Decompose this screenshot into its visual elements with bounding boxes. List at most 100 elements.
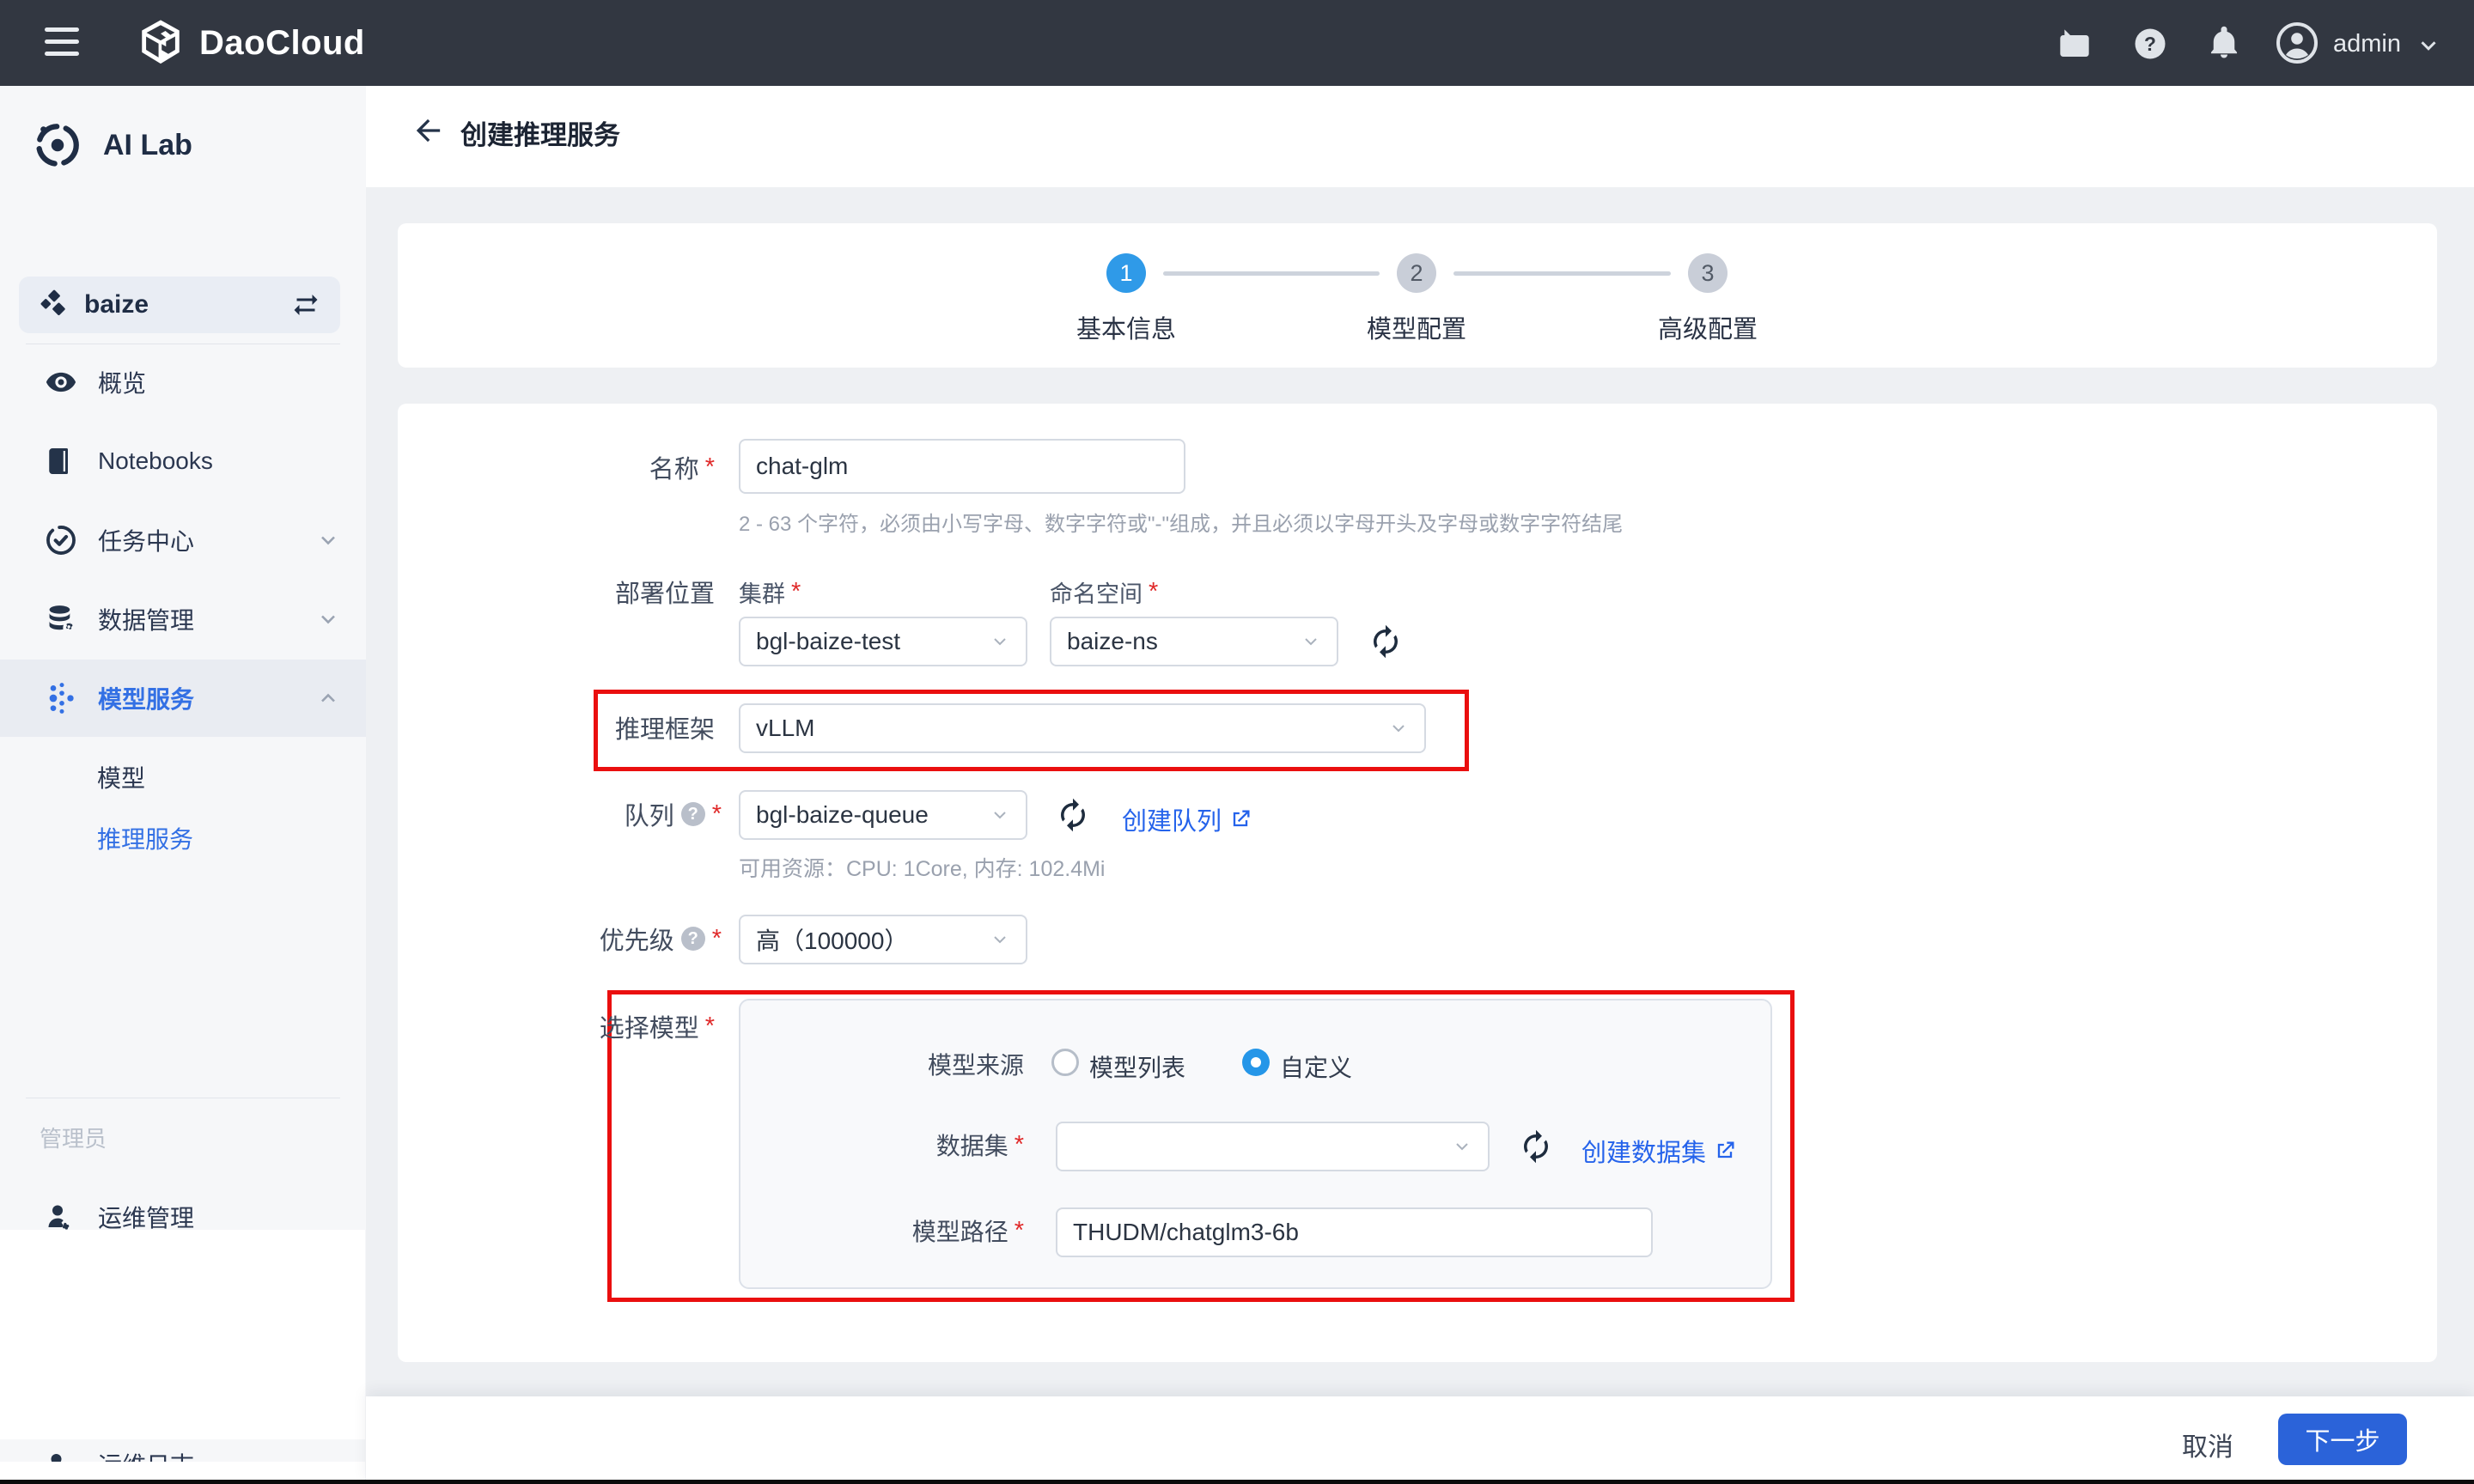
cluster-label: 集群 xyxy=(739,575,785,609)
workspace-switcher[interactable]: baize xyxy=(19,277,340,333)
required-asterisk: * xyxy=(1015,1217,1024,1245)
page-title: 创建推理服务 xyxy=(460,113,620,152)
radio-custom[interactable] xyxy=(1242,1049,1270,1076)
sidebar-item-notebooks[interactable]: Notebooks xyxy=(0,423,366,500)
cluster-select[interactable]: bgl-baize-test xyxy=(739,617,1027,666)
external-link-icon xyxy=(1228,807,1252,831)
next-step-button[interactable]: 下一步 xyxy=(2278,1414,2407,1465)
step-3-label: 高级配置 xyxy=(1639,309,1776,345)
required-asterisk: * xyxy=(712,925,722,953)
step-connector xyxy=(1453,271,1671,276)
framework-label: 推理框架 xyxy=(615,709,715,745)
queue-label: 队列 xyxy=(625,796,674,832)
user-name[interactable]: admin xyxy=(2333,30,2401,58)
dataset-select[interactable] xyxy=(1056,1122,1490,1171)
product-title: AI Lab xyxy=(103,129,192,162)
framework-select[interactable]: vLLM xyxy=(739,703,1426,753)
notifications-bell-icon[interactable] xyxy=(2206,25,2242,61)
sidebar-item-model-services[interactable]: 模型服务 xyxy=(0,660,366,737)
model-subcard: 模型来源 模型列表 自定义 数据集 * 创建数据集 xyxy=(739,999,1772,1289)
priority-select[interactable]: 高（100000） xyxy=(739,915,1027,964)
daocloud-logo-icon xyxy=(136,17,186,69)
back-arrow-icon[interactable] xyxy=(411,113,445,148)
namespace-label-row: 命名空间 * xyxy=(1050,577,1158,606)
dataset-label: 数据集 xyxy=(936,1128,1008,1162)
sidebar-subitem-inference-services[interactable]: 推理服务 xyxy=(0,808,366,868)
required-asterisk: * xyxy=(712,800,722,829)
form-card: 名称 * 2 - 63 个字符，必须由小写字母、数字字符或"-"组成，并且必须以… xyxy=(398,404,2437,1362)
workspace-swap-icon[interactable] xyxy=(290,289,321,320)
external-link-icon xyxy=(1713,1139,1737,1163)
chevron-up-icon xyxy=(316,686,340,710)
model-path-input[interactable] xyxy=(1056,1207,1653,1257)
step-2-circle: 2 xyxy=(1397,253,1436,293)
name-input[interactable] xyxy=(739,439,1185,494)
dataset-label-row: 数据集 * xyxy=(878,1131,1024,1159)
model-path-label-row: 模型路径 * xyxy=(861,1217,1024,1244)
step-connector xyxy=(1163,271,1380,276)
queue-hint: 可用资源：CPU: 1Core, 内存: 102.4Mi xyxy=(739,852,1106,883)
stepper-card: 1 2 3 基本信息 模型配置 高级配置 xyxy=(398,223,2437,368)
sidebar-product: AI Lab xyxy=(33,120,192,170)
cluster-label-row: 集群 * xyxy=(739,577,801,606)
window-bottom-edge xyxy=(0,1480,2474,1484)
sidebar-white-overlay-top xyxy=(0,1230,365,1439)
model-label: 选择模型 xyxy=(600,1008,699,1044)
queue-label-row: 队列 ? * xyxy=(481,800,722,829)
database-gear-icon xyxy=(45,603,77,636)
notebook-icon xyxy=(45,446,76,477)
sidebar-item-label: 概览 xyxy=(98,365,146,399)
sidebar-item-data-management[interactable]: 数据管理 xyxy=(0,581,366,658)
sidebar-section-admin: 管理员 xyxy=(40,1122,107,1153)
create-dataset-link[interactable]: 创建数据集 xyxy=(1581,1133,1737,1169)
model-path-label: 模型路径 xyxy=(912,1213,1008,1248)
refresh-namespace-icon[interactable] xyxy=(1368,623,1404,660)
namespace-select[interactable]: baize-ns xyxy=(1050,617,1338,666)
priority-label-row: 优先级 ? * xyxy=(481,924,722,953)
cancel-button[interactable]: 取消 xyxy=(2182,1426,2233,1463)
required-asterisk: * xyxy=(705,453,715,482)
chevron-down-icon xyxy=(990,929,1010,950)
workspace-icon xyxy=(38,289,69,320)
priority-label: 优先级 xyxy=(600,921,674,957)
radio-model-list[interactable] xyxy=(1051,1049,1079,1076)
workspace-name: baize xyxy=(84,290,149,319)
sidebar-item-label: 模型服务 xyxy=(98,681,194,715)
sidebar-subitem-models[interactable]: 模型 xyxy=(0,747,366,807)
sidebar-item-label: Notebooks xyxy=(98,447,213,475)
task-check-icon xyxy=(45,524,77,556)
queue-help-icon[interactable]: ? xyxy=(681,802,705,826)
sidebar-item-label: 数据管理 xyxy=(98,602,194,636)
refresh-dataset-icon[interactable] xyxy=(1518,1128,1554,1165)
hamburger-menu-icon[interactable] xyxy=(45,27,79,56)
step-1-label: 基本信息 xyxy=(1057,309,1195,345)
chevron-down-icon xyxy=(1388,718,1409,739)
radio-model-list-label[interactable]: 模型列表 xyxy=(1089,1049,1185,1084)
chevron-down-icon xyxy=(990,631,1010,652)
name-label-row: 名称 * xyxy=(526,453,715,482)
model-label-row: 选择模型 * xyxy=(526,1012,715,1041)
user-avatar[interactable] xyxy=(2276,22,2318,64)
chevron-down-icon xyxy=(990,805,1010,825)
location-label: 部署位置 xyxy=(615,574,715,610)
sidebar-subitem-label: 推理服务 xyxy=(97,821,193,855)
help-icon[interactable]: ? xyxy=(2132,26,2168,62)
sidebar-item-overview[interactable]: 概览 xyxy=(0,344,366,421)
queue-select[interactable]: bgl-baize-queue xyxy=(739,790,1027,840)
user-menu-chevron-icon[interactable] xyxy=(2416,33,2441,58)
step-1-circle: 1 xyxy=(1106,253,1146,293)
radio-custom-label[interactable]: 自定义 xyxy=(1280,1049,1352,1084)
create-queue-link[interactable]: 创建队列 xyxy=(1122,801,1252,837)
sidebar-item-label: 运维管理 xyxy=(98,1200,194,1234)
name-hint: 2 - 63 个字符，必须由小写字母、数字字符或"-"组成，并且必须以字母开头及… xyxy=(739,507,2199,537)
model-source-label-row: 模型来源 xyxy=(895,1050,1024,1078)
refresh-queue-icon[interactable] xyxy=(1055,797,1091,833)
chevron-down-icon xyxy=(316,528,340,552)
chevron-down-icon xyxy=(1301,631,1321,652)
sidebar-item-task-center[interactable]: 任务中心 xyxy=(0,502,366,579)
model-services-icon xyxy=(45,681,79,715)
messages-icon[interactable] xyxy=(2057,27,2092,61)
sidebar-item-label: 任务中心 xyxy=(98,523,194,557)
name-label: 名称 xyxy=(649,449,699,485)
priority-help-icon[interactable]: ? xyxy=(681,927,705,951)
